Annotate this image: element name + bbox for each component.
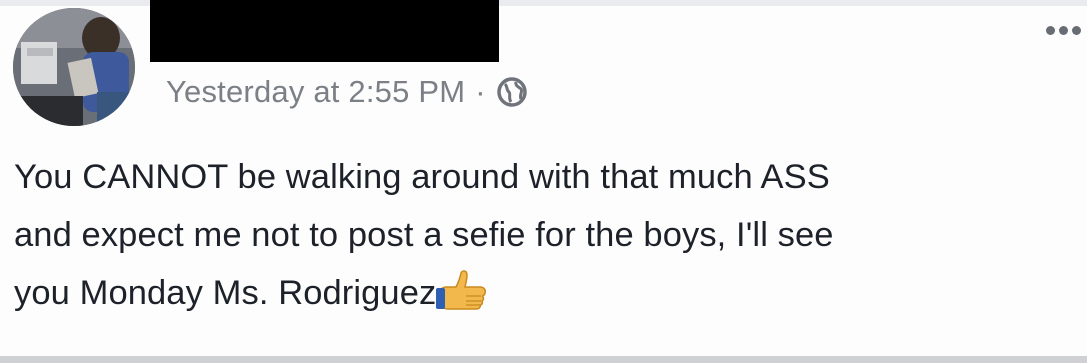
more-options-icon[interactable] (1046, 26, 1081, 35)
post-text-line-3-wrapper: you Monday Ms. Rodriguez (14, 264, 1079, 322)
post-text-line-2: and expect me not to post a sefie for th… (14, 216, 834, 254)
post-bottom-border (0, 356, 1087, 363)
more-dot (1072, 26, 1081, 35)
post-text-line-1: You CANNOT be walking around with that m… (14, 158, 830, 196)
author-avatar[interactable] (13, 8, 135, 126)
post-text: You CANNOT be walking around with that m… (14, 148, 1079, 322)
thumbs-up-icon (436, 270, 488, 310)
post-text-line-3: you Monday Ms. Rodriguez (14, 274, 437, 312)
more-dot (1046, 26, 1055, 35)
meta-separator: · (475, 74, 486, 109)
globe-icon[interactable] (496, 76, 528, 108)
more-dot (1059, 26, 1068, 35)
post-timestamp[interactable]: Yesterday at 2:55 PM (166, 74, 465, 110)
facebook-post: Yesterday at 2:55 PM · You CANNOT be wal… (0, 0, 1087, 363)
redacted-author-name (150, 0, 499, 62)
avatar-photo (13, 8, 135, 126)
post-meta: Yesterday at 2:55 PM · (166, 70, 528, 114)
